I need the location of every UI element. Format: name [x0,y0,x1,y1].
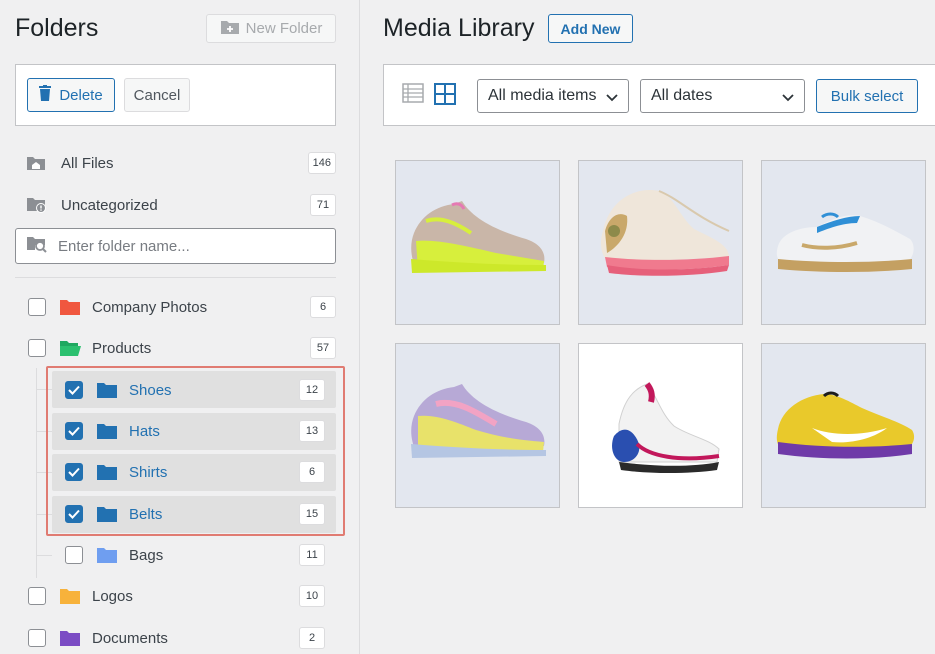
folder-icon [96,422,118,440]
media-item-pastel-gradient-sneaker[interactable] [395,343,560,508]
bulk-select-button[interactable]: Bulk select [816,79,918,113]
folder-label: Shirts [129,463,168,481]
folder-icon [59,629,81,647]
folder-item-logos[interactable]: Logos 10 [28,579,325,613]
all-files-item[interactable]: All Files 146 [15,146,336,180]
folder-checkbox-checked[interactable] [65,422,83,440]
folder-icon [96,463,118,481]
folder-count: 57 [310,337,336,359]
folder-alert-icon [26,195,48,215]
list-view-icon[interactable] [402,83,424,108]
divider [15,277,336,278]
folder-count: 11 [299,544,325,566]
new-folder-button[interactable]: New Folder [206,14,336,43]
folder-open-icon [59,339,81,357]
folder-home-icon [26,153,48,173]
uncategorized-item[interactable]: Uncategorized 71 [15,188,336,222]
trash-icon [39,85,52,105]
folder-item-shirts[interactable]: Shirts 6 [65,455,325,489]
all-files-label: All Files [61,154,114,172]
media-item-neon-yellow-sneaker[interactable] [395,160,560,325]
folder-checkbox-checked[interactable] [65,381,83,399]
media-item-white-blue-training-shoe[interactable] [761,160,926,325]
folder-count: 12 [299,379,325,401]
folder-icon [96,381,118,399]
folder-icon [96,505,118,523]
folder-item-hats[interactable]: Hats 13 [65,414,325,448]
folder-label: Products [92,339,152,357]
folder-item-documents[interactable]: Documents 2 [28,621,325,654]
folder-checkbox[interactable] [28,298,46,316]
page-title: Media Library [383,14,535,42]
folder-item-company-photos[interactable]: Company Photos 6 [28,290,336,324]
folder-count: 10 [299,585,325,607]
media-type-value: All media items [488,87,597,104]
chevron-down-icon [782,90,794,108]
all-files-count: 146 [307,152,336,174]
folder-count: 2 [299,627,325,649]
folder-label: Documents [92,629,168,647]
media-item-cream-pink-sneaker[interactable] [578,160,743,325]
folder-count: 13 [299,420,325,442]
folder-action-box: Delete Cancel [15,64,336,126]
folder-icon [96,546,118,564]
sneaker-image [776,212,914,272]
folder-icon [59,298,81,316]
folder-plus-icon [220,19,240,39]
folder-item-shoes[interactable]: Shoes 12 [65,373,325,407]
folders-panel: Folders New Folder Delete Cancel All Fil… [0,0,360,654]
folder-label: Shoes [129,381,172,399]
folder-label: Belts [129,505,163,523]
folder-count: 6 [299,461,325,483]
media-toolbar: All media items All dates Bulk select [383,64,935,126]
sneaker-image [776,391,915,459]
folder-count: 6 [310,296,336,318]
folder-search-input[interactable] [58,237,318,255]
folder-item-belts[interactable]: Belts 15 [65,497,325,531]
folder-label: Hats [129,422,160,440]
folder-label: Bags [129,546,164,564]
media-item-yellow-purple-sneaker[interactable] [761,343,926,508]
folder-checkbox[interactable] [28,339,46,357]
folders-title: Folders [15,14,99,42]
folder-search-icon [16,235,58,258]
folder-label: Logos [92,587,133,605]
date-filter-value: All dates [651,87,713,104]
tree-line [36,555,52,556]
new-folder-label: New Folder [245,20,323,37]
grid-view-icon[interactable] [434,83,456,110]
delete-button[interactable]: Delete [27,78,115,112]
folder-item-products[interactable]: Products 57 [28,331,336,365]
folder-icon [59,587,81,605]
cancel-button[interactable]: Cancel [124,78,190,112]
sneaker-image [601,190,730,276]
folder-checkbox[interactable] [28,629,46,647]
media-type-select[interactable]: All media items [477,79,629,113]
sneaker-image [612,382,720,473]
media-item-white-pink-chunky-sneaker[interactable] [578,343,743,508]
folder-item-bags[interactable]: Bags 11 [65,538,325,572]
add-new-button[interactable]: Add New [548,14,633,43]
folder-count: 15 [299,503,325,525]
folder-checkbox-checked[interactable] [65,505,83,523]
folder-checkbox-checked[interactable] [65,463,83,481]
folder-checkbox[interactable] [28,587,46,605]
sneaker-image [411,201,546,273]
date-filter-select[interactable]: All dates [640,79,805,113]
tree-line [36,368,37,578]
uncategorized-label: Uncategorized [61,196,158,214]
folder-checkbox[interactable] [65,546,83,564]
folder-label: Company Photos [92,298,208,316]
uncategorized-count: 71 [310,194,336,216]
delete-label: Delete [59,86,103,104]
chevron-down-icon [606,90,618,108]
sneaker-image [411,384,546,458]
folder-search-field[interactable] [15,228,336,264]
